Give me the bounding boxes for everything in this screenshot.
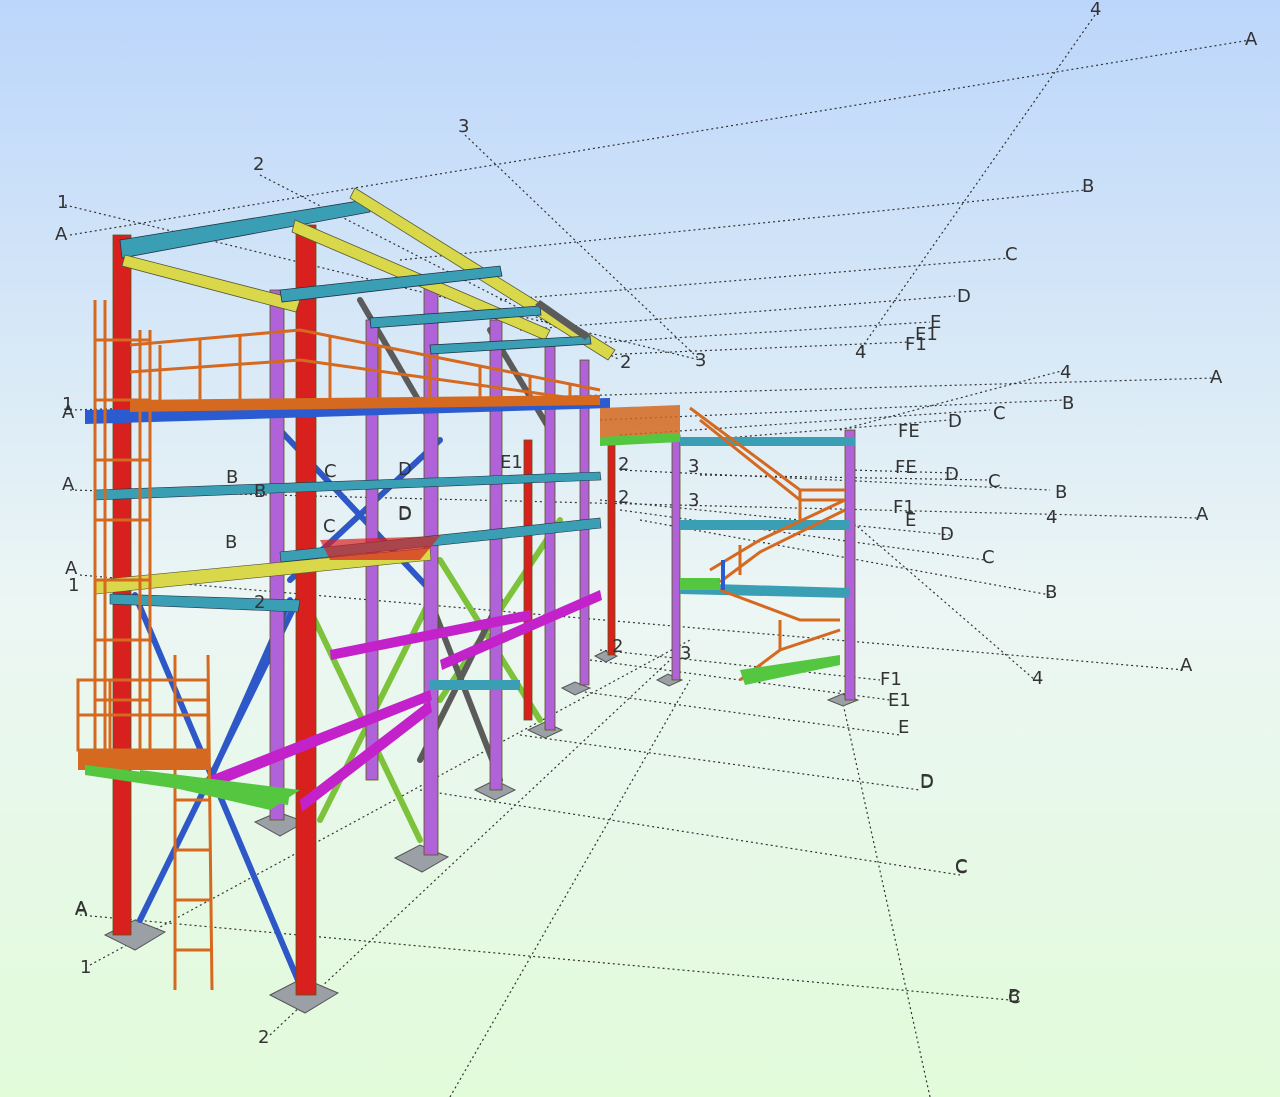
grid-label: C [323, 516, 336, 537]
grid-label: B [226, 467, 238, 488]
structure-canvas[interactable]: 4 A 3 B 2 C 1 D A E F1 E1 2 3 4 4 A A B … [0, 0, 1280, 1097]
grid-label: 3 [458, 116, 469, 137]
grid-label: 1 [80, 957, 91, 978]
grid-label: 3 [695, 350, 706, 371]
grid-label: D [945, 464, 959, 485]
grid-label: 2 [612, 636, 623, 657]
grid-label: 2 [618, 454, 629, 475]
grid-label: D [940, 524, 954, 545]
grid-label: F1 [880, 669, 902, 690]
grid-label: C [955, 856, 968, 877]
grid-label: 2 [620, 352, 631, 373]
grid-label: B [254, 481, 266, 502]
viewport-background [0, 0, 1280, 1097]
grid-label: 4 [855, 342, 866, 363]
grid-label: A [1245, 29, 1258, 50]
grid-label: B [225, 532, 237, 553]
grid-label: D [920, 771, 934, 792]
grid-label: B [1008, 986, 1020, 1007]
grid-label: 4 [1060, 362, 1071, 383]
grid-label: 2 [253, 154, 264, 175]
grid-label: A [62, 474, 75, 495]
grid-label: E [905, 510, 916, 531]
grid-label: FE [895, 457, 917, 478]
grid-label: 4 [1032, 668, 1043, 689]
grid-label: B [1062, 393, 1074, 414]
grid-label: 4 [1046, 507, 1057, 528]
grid-label: E [898, 717, 909, 738]
grid-label: D [948, 411, 962, 432]
grid-label: A [1180, 655, 1193, 676]
grid-label: B [1045, 582, 1057, 603]
grid-label: A [1196, 504, 1209, 525]
grid-label: FE [898, 421, 920, 442]
grid-label: C [988, 471, 1001, 492]
grid-label: A [75, 898, 88, 919]
grid-label: 1 [57, 192, 68, 213]
grid-label: 1 [68, 575, 79, 596]
grid-label: C [324, 461, 337, 482]
grid-label: A [55, 224, 68, 245]
grid-label: A [1210, 367, 1223, 388]
grid-label: E1 [888, 690, 911, 711]
grid-label: C [993, 403, 1006, 424]
grid-label: B [1082, 176, 1094, 197]
grid-label: E1 [915, 324, 938, 345]
grid-label: 2 [254, 592, 265, 613]
grid-label: 2 [618, 487, 629, 508]
grid-label: B [1055, 482, 1067, 503]
grid-label: 3 [688, 456, 699, 477]
grid-label: C [1005, 244, 1018, 265]
grid-label: 1 [62, 394, 73, 415]
grid-label: D [398, 459, 412, 480]
3d-model-viewport[interactable]: 4 A 3 B 2 C 1 D A E F1 E1 2 3 4 4 A A B … [0, 0, 1280, 1097]
grid-label: 3 [688, 490, 699, 511]
grid-label: D [957, 286, 971, 307]
grid-label: 3 [680, 643, 691, 664]
grid-label: 2 [258, 1027, 269, 1048]
grid-label: 4 [1090, 0, 1101, 20]
grid-label: D [398, 503, 412, 524]
grid-label: E1 [500, 452, 523, 473]
grid-label: C [982, 547, 995, 568]
